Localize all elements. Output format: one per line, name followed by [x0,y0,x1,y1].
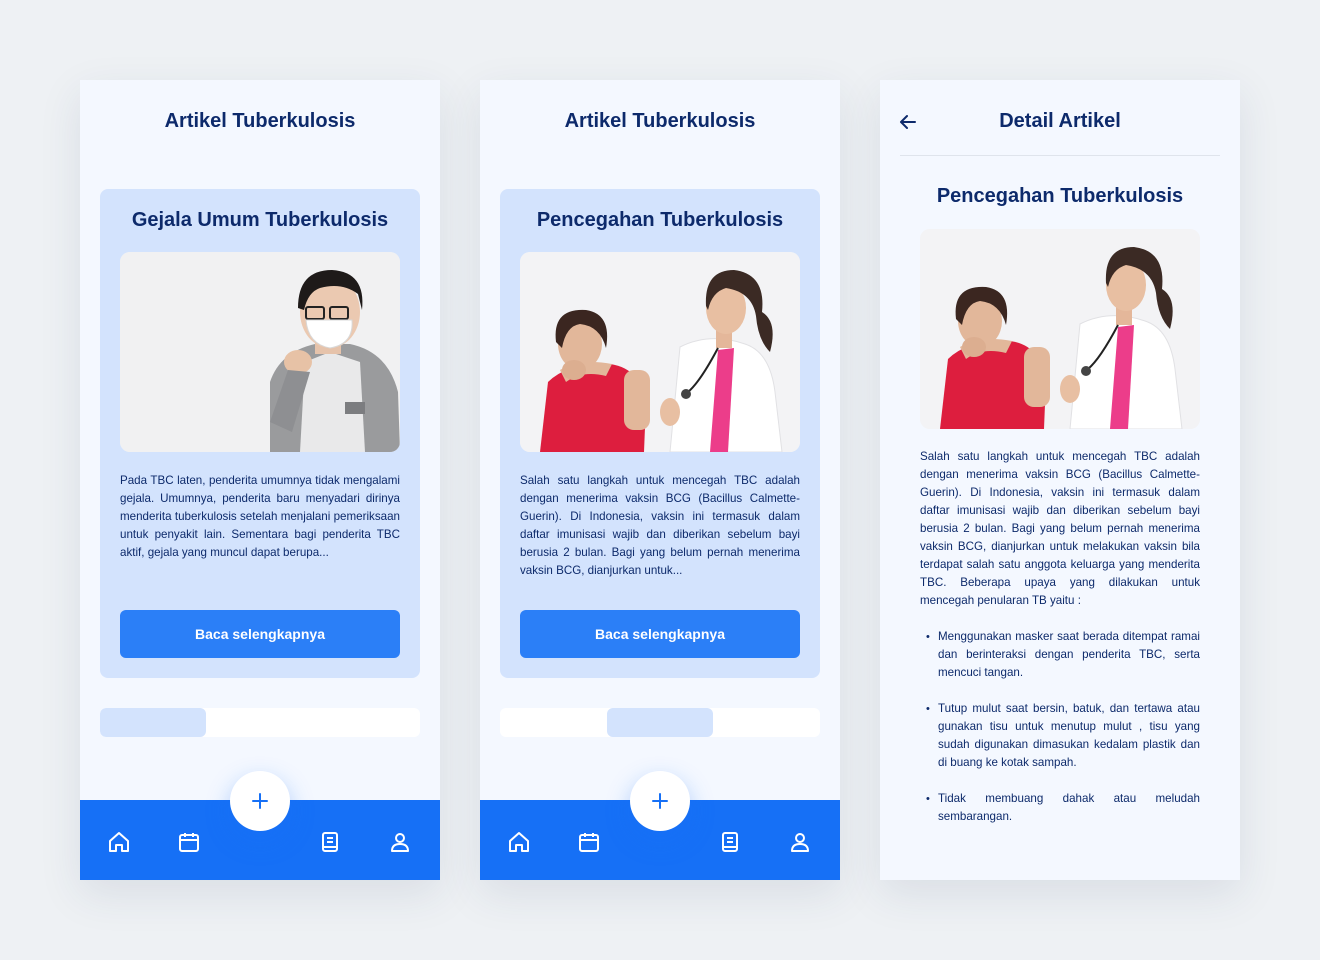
user-icon [791,833,809,852]
article-card: Gejala Umum Tuberkulosis Pada TBC laten,… [100,189,420,678]
home-icon [509,832,529,852]
article-excerpt: Pada TBC laten, penderita umumnya tidak … [120,474,400,559]
article-image-doctor-examining-patient [920,229,1200,429]
article-title: Pencegahan Tuberkulosis [936,185,1184,207]
carousel-indicator [500,708,820,737]
calendar-icon [179,833,199,852]
carousel-dot-1[interactable] [100,708,206,737]
list-item: • Tidak membuang dahak atau meludah semb… [920,790,1200,826]
carousel-dot-3[interactable] [714,708,820,737]
list-item: • Menggunakan masker saat berada ditempa… [920,628,1200,682]
article-image-doctor-examining-patient [520,252,800,452]
article-list-screen: Artikel Tuberkulosis Gejala Umum Tuberku… [80,80,440,880]
prevention-list: • Menggunakan masker saat berada ditempa… [920,628,1200,844]
page-title: Detail Artikel [999,110,1121,132]
article-list-screen: Artikel Tuberkulosis Pencegahan Tuberkul… [480,80,840,880]
user-icon [391,833,409,852]
article-image-doctor-svg [520,252,800,452]
article-body: Salah satu langkah untuk mencegah TBC ad… [920,450,1200,607]
read-more-button[interactable]: Baca selengkapnya [120,610,400,658]
detail-header: Detail Artikel [880,80,1240,156]
list-item-text: Tidak membuang dahak atau meludah sembar… [938,792,1200,823]
nav-articles[interactable] [312,824,348,860]
nav-profile[interactable] [382,824,418,860]
nav-profile[interactable] [782,824,818,860]
bullet: • [926,703,930,715]
book-icon [722,832,738,852]
read-more-button[interactable]: Baca selengkapnya [520,610,800,658]
article-card: Pencegahan Tuberkulosis Salah satu langk… [500,189,820,678]
article-card-title: Pencegahan Tuberkulosis [536,209,784,231]
article-excerpt: Salah satu langkah untuk mencegah TBC ad… [520,474,800,577]
nav-home[interactable] [501,824,537,860]
book-icon [322,832,338,852]
bullet: • [926,631,930,643]
page-title: Artikel Tuberkulosis [564,110,756,132]
article-image-doctor-svg [920,229,1200,429]
bullet: • [926,793,930,805]
nav-home[interactable] [101,824,137,860]
article-detail-screen: Detail Artikel Pencegahan Tuberkulosis S… [880,80,1240,880]
carousel-dot-3[interactable] [314,708,420,737]
nav-calendar[interactable] [171,824,207,860]
article-image-man-coughing-svg [120,252,400,452]
plus-icon [252,793,268,809]
carousel-dot-1[interactable] [500,708,606,737]
add-button[interactable] [630,771,690,831]
nav-articles[interactable] [712,824,748,860]
add-button[interactable] [230,771,290,831]
list-item-text: Tutup mulut saat bersin, batuk, dan tert… [938,702,1200,769]
carousel-indicator [100,708,420,737]
calendar-icon [579,833,599,852]
page-title: Artikel Tuberkulosis [164,110,356,132]
carousel-dot-2[interactable] [607,708,713,737]
header-divider [900,155,1220,156]
home-icon [109,832,129,852]
plus-icon [652,793,668,809]
list-item: • Tutup mulut saat bersin, batuk, dan te… [920,700,1200,772]
list-item-text: Menggunakan masker saat berada ditempat … [938,630,1200,679]
article-image-man-coughing [120,252,400,452]
carousel-dot-2[interactable] [207,708,313,737]
article-card-title: Gejala Umum Tuberkulosis [131,209,389,231]
nav-calendar[interactable] [571,824,607,860]
